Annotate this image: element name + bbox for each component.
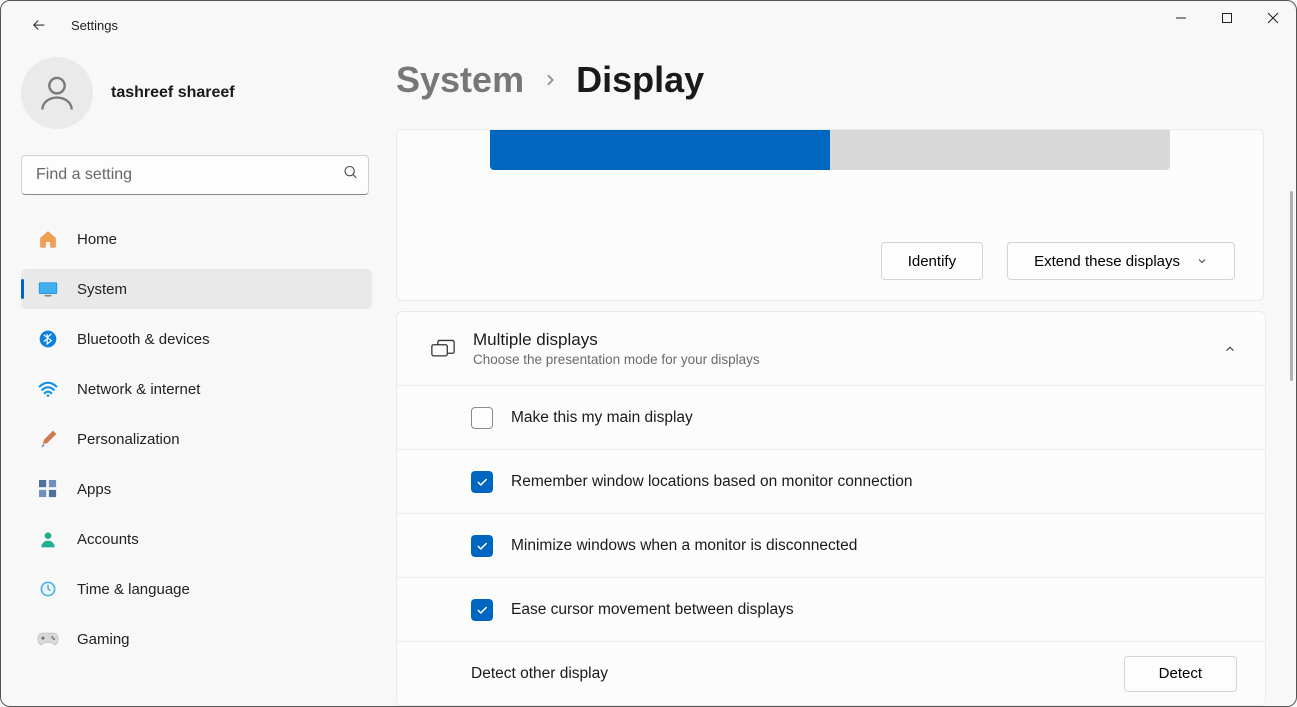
close-button[interactable] — [1250, 1, 1296, 35]
minimize-button[interactable] — [1158, 1, 1204, 35]
system-icon — [37, 278, 59, 300]
breadcrumb-current: Display — [576, 59, 704, 101]
time-icon — [37, 578, 59, 600]
sidebar-item-apps[interactable]: Apps — [21, 469, 372, 509]
sidebar-item-network[interactable]: Network & internet — [21, 369, 372, 409]
multiple-displays-card: Multiple displays Choose the presentatio… — [396, 311, 1266, 706]
card-subtitle: Choose the presentation mode for your di… — [473, 352, 1223, 367]
chevron-up-icon — [1223, 342, 1237, 356]
displays-icon — [421, 339, 465, 359]
extend-displays-dropdown[interactable]: Extend these displays — [1007, 242, 1235, 280]
sidebar-item-label: Accounts — [77, 531, 139, 548]
check-icon — [475, 603, 489, 617]
gaming-icon — [37, 628, 59, 650]
breadcrumb-parent[interactable]: System — [396, 59, 524, 101]
wifi-icon — [37, 378, 59, 400]
row-label: Make this my main display — [511, 409, 1237, 427]
sidebar: tashreef shareef Home System Bluetooth &… — [1, 49, 396, 706]
minimize-windows-row[interactable]: Minimize windows when a monitor is disco… — [397, 513, 1265, 577]
window-title: Settings — [71, 18, 118, 33]
back-button[interactable] — [21, 7, 57, 43]
sidebar-item-label: Time & language — [77, 581, 190, 598]
multiple-displays-header[interactable]: Multiple displays Choose the presentatio… — [397, 312, 1265, 385]
sidebar-item-label: Personalization — [77, 431, 180, 448]
monitor-1[interactable] — [490, 130, 830, 170]
arrow-left-icon — [30, 16, 48, 34]
ease-cursor-checkbox[interactable] — [471, 599, 493, 621]
sidebar-item-label: System — [77, 281, 127, 298]
sidebar-item-label: Home — [77, 231, 117, 248]
row-label: Ease cursor movement between displays — [511, 601, 1237, 619]
sidebar-item-time-language[interactable]: Time & language — [21, 569, 372, 609]
monitor-layout[interactable] — [397, 130, 1263, 170]
minimize-windows-checkbox[interactable] — [471, 535, 493, 557]
remember-locations-row[interactable]: Remember window locations based on monit… — [397, 449, 1265, 513]
row-label: Detect other display — [471, 665, 1124, 683]
main-display-row[interactable]: Make this my main display — [397, 385, 1265, 449]
check-icon — [475, 539, 489, 553]
brush-icon — [37, 428, 59, 450]
sidebar-item-bluetooth[interactable]: Bluetooth & devices — [21, 319, 372, 359]
sidebar-item-system[interactable]: System — [21, 269, 372, 309]
maximize-button[interactable] — [1204, 1, 1250, 35]
user-icon — [35, 71, 79, 115]
main-display-checkbox[interactable] — [471, 407, 493, 429]
chevron-right-icon — [542, 72, 558, 88]
user-name: tashreef shareef — [111, 84, 235, 102]
chevron-down-icon — [1196, 255, 1208, 267]
sidebar-item-label: Network & internet — [77, 381, 200, 398]
monitor-2[interactable] — [830, 130, 1170, 170]
bluetooth-icon — [37, 328, 59, 350]
sidebar-item-label: Apps — [77, 481, 111, 498]
minimize-icon — [1175, 12, 1187, 24]
identify-button[interactable]: Identify — [881, 242, 983, 280]
detect-display-row: Detect other display Detect — [397, 641, 1265, 705]
detect-button[interactable]: Detect — [1124, 656, 1237, 692]
ease-cursor-row[interactable]: Ease cursor movement between displays — [397, 577, 1265, 641]
check-icon — [475, 475, 489, 489]
sidebar-item-accounts[interactable]: Accounts — [21, 519, 372, 559]
card-title: Multiple displays — [473, 330, 1223, 350]
breadcrumb: System Display — [396, 59, 1266, 101]
sidebar-item-gaming[interactable]: Gaming — [21, 619, 372, 659]
close-icon — [1267, 12, 1279, 24]
display-arrangement-card: Identify Extend these displays — [396, 129, 1264, 301]
scrollbar[interactable] — [1290, 191, 1293, 381]
row-label: Remember window locations based on monit… — [511, 473, 1237, 491]
sidebar-item-label: Bluetooth & devices — [77, 331, 210, 348]
user-profile[interactable]: tashreef shareef — [21, 57, 372, 129]
search-input[interactable] — [21, 155, 369, 195]
remember-locations-checkbox[interactable] — [471, 471, 493, 493]
sidebar-item-label: Gaming — [77, 631, 130, 648]
maximize-icon — [1221, 12, 1233, 24]
search-icon — [343, 165, 359, 186]
sidebar-item-personalization[interactable]: Personalization — [21, 419, 372, 459]
account-icon — [37, 528, 59, 550]
avatar — [21, 57, 93, 129]
sidebar-item-home[interactable]: Home — [21, 219, 372, 259]
row-label: Minimize windows when a monitor is disco… — [511, 537, 1237, 555]
home-icon — [37, 228, 59, 250]
apps-icon — [37, 478, 59, 500]
